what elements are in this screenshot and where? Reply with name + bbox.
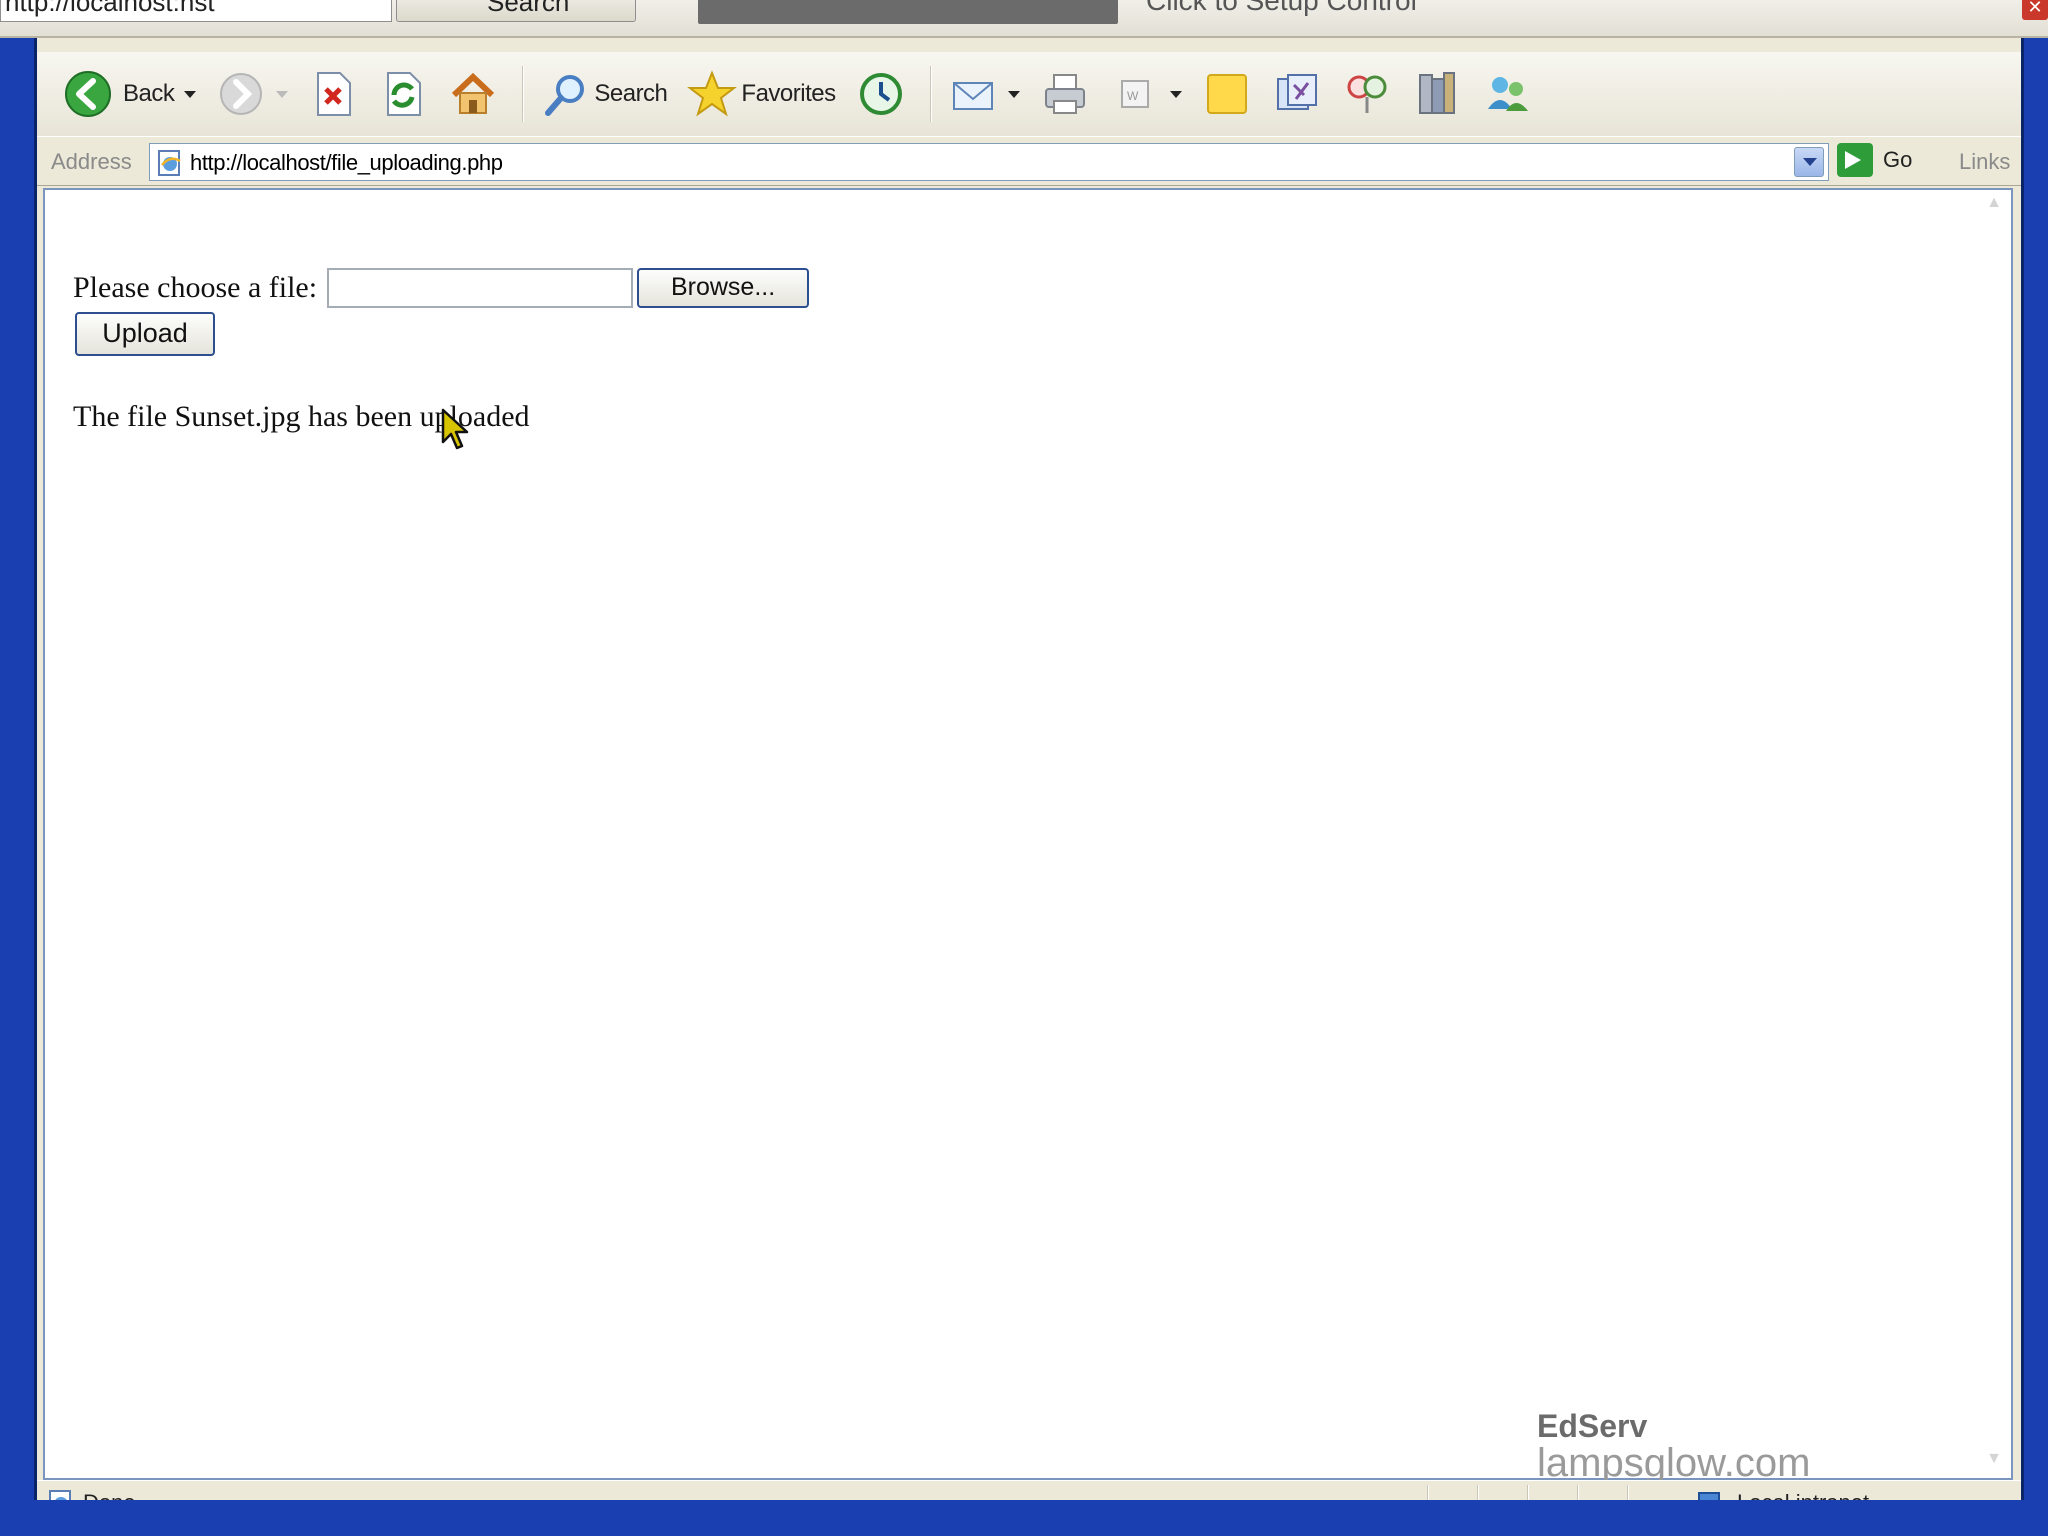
stop-icon (308, 69, 358, 119)
page-icon (156, 149, 184, 177)
watermark: EdServ lampsglow.com (1537, 1408, 1810, 1486)
desktop-edge (0, 1500, 2048, 1536)
edit-icon: W (1110, 69, 1160, 119)
outer-search-fragment[interactable]: Search (396, 0, 636, 22)
research-icon (1342, 69, 1392, 119)
history-button[interactable] (850, 62, 912, 126)
address-input[interactable]: http://localhost/file_uploading.php (149, 143, 1829, 181)
outer-dark-fragment (698, 0, 1118, 24)
back-label: Back (123, 80, 175, 107)
outer-hint-fragment: Click to Setup Control (1146, 0, 1417, 16)
printer-icon (1040, 69, 1090, 119)
messenger-icon (1272, 69, 1322, 119)
refresh-icon (378, 69, 428, 119)
upload-button[interactable]: Upload (75, 312, 215, 356)
file-form-row: Please choose a file: Browse... (73, 268, 810, 308)
standard-toolbar: Back Search Favorites W (37, 52, 2021, 136)
toolbar-separator (522, 66, 525, 122)
media-button[interactable] (1406, 62, 1468, 126)
close-icon[interactable]: ✕ (2022, 0, 2048, 20)
links-label[interactable]: Links (1959, 149, 2010, 175)
back-button[interactable]: Back (57, 62, 202, 126)
watermark-brand: EdServ (1537, 1408, 1648, 1444)
browser-window: Back Search Favorites W Address http://l… (34, 38, 2024, 1522)
go-button[interactable]: Go (1837, 143, 1912, 177)
scroll-down-icon[interactable]: ▼ (1983, 1450, 2005, 1472)
go-arrow-icon (1837, 143, 1873, 177)
toolbar-separator (929, 66, 932, 122)
browse-button[interactable]: Browse... (637, 268, 810, 308)
go-label: Go (1883, 147, 1913, 172)
outer-window-strip: http://localhost:nst Search Click to Set… (0, 0, 2048, 38)
page-content: ▲ Please choose a file: Browse... Upload… (43, 188, 2013, 1485)
mouse-cursor-icon (441, 408, 469, 450)
stop-button[interactable] (302, 62, 364, 126)
messenger-button[interactable] (1266, 62, 1328, 126)
svg-text:W: W (1127, 89, 1139, 103)
address-dropdown-icon[interactable] (1794, 147, 1824, 177)
address-bar: Address http://localhost/file_uploading.… (37, 136, 2021, 186)
file-path-input[interactable] (327, 268, 634, 308)
address-url: http://localhost/file_uploading.php (190, 150, 503, 175)
back-arrow-icon (63, 69, 113, 119)
forward-arrow-icon (216, 69, 266, 119)
refresh-button[interactable] (372, 62, 434, 126)
chevron-down-icon[interactable] (184, 90, 197, 98)
people-icon (1482, 69, 1532, 119)
chevron-down-icon[interactable] (276, 90, 289, 98)
search-icon (540, 69, 590, 119)
print-button[interactable] (1034, 62, 1096, 126)
sticky-note-icon (1202, 69, 1252, 119)
file-prompt-label: Please choose a file: (73, 271, 318, 304)
history-icon (856, 69, 906, 119)
favorites-button[interactable]: Favorites (681, 62, 841, 126)
mail-button[interactable] (942, 62, 1026, 126)
note-button[interactable] (1196, 62, 1258, 126)
search-button[interactable]: Search (534, 62, 673, 126)
research-button[interactable] (1336, 62, 1398, 126)
scroll-up-icon[interactable]: ▲ (1983, 194, 2005, 216)
contacts-button[interactable] (1476, 62, 1538, 126)
star-icon (687, 69, 738, 119)
forward-button[interactable] (210, 62, 294, 126)
chevron-down-icon[interactable] (1007, 90, 1020, 98)
home-button[interactable] (442, 62, 504, 126)
outer-url-fragment: http://localhost:nst (0, 0, 392, 22)
chevron-down-icon[interactable] (1169, 90, 1182, 98)
media-icon (1412, 69, 1462, 119)
mail-icon (948, 69, 998, 119)
address-label: Address (51, 149, 132, 174)
favorites-label: Favorites (741, 80, 836, 107)
home-icon (448, 69, 498, 119)
edit-button[interactable]: W (1104, 62, 1188, 126)
search-label: Search (594, 80, 668, 107)
